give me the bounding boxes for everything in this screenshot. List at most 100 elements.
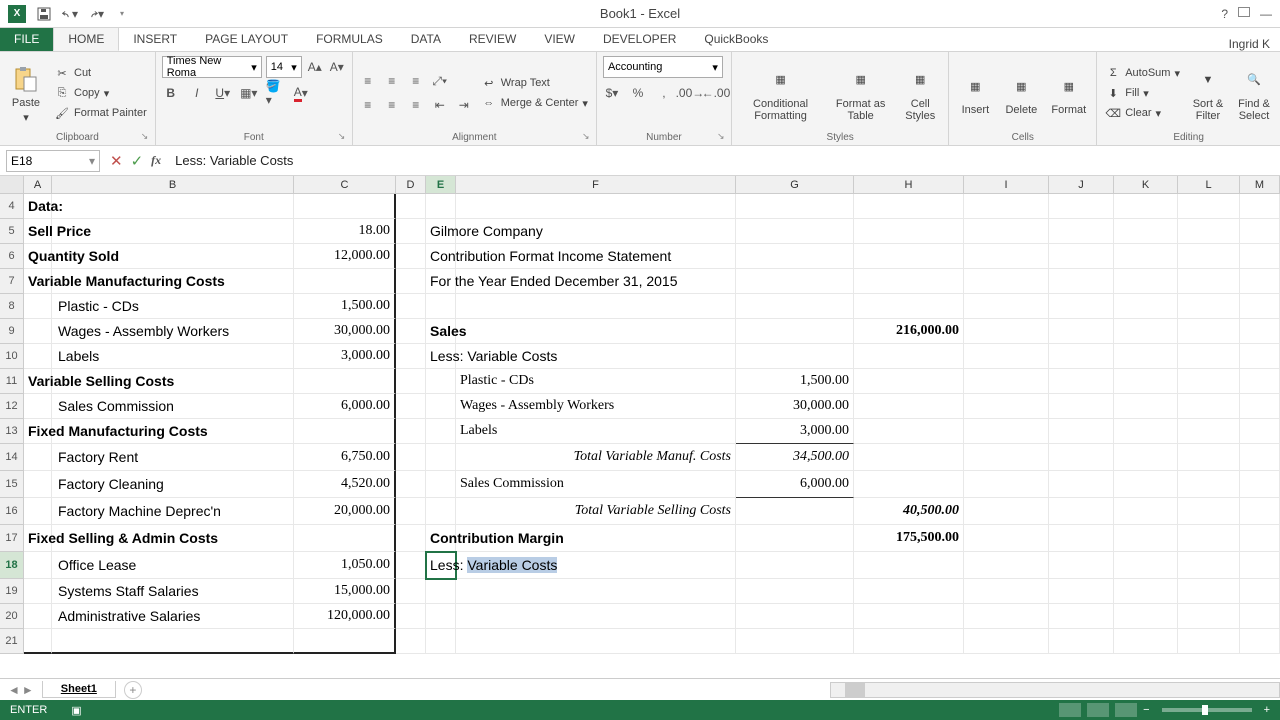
cell[interactable]: Variable Selling Costs [24,369,52,394]
cell[interactable]: 18.00 [294,219,396,244]
cell[interactable]: 1,050.00 [294,552,396,579]
wrap-text-button[interactable]: ↩Wrap Text [479,74,590,92]
cell[interactable] [426,294,456,319]
tab-formulas[interactable]: FORMULAS [302,27,397,51]
cell[interactable] [964,552,1049,579]
border-button[interactable]: ▦▾ [240,84,258,102]
cell[interactable] [52,629,294,654]
bold-button[interactable]: B [162,84,180,102]
conditional-formatting-button[interactable]: ▦Conditional Formatting [738,56,823,130]
cell[interactable] [396,194,426,219]
cell[interactable]: Sales Commission [456,471,736,498]
paste-button[interactable]: Paste▾ [6,56,46,130]
percent-icon[interactable]: % [629,84,647,102]
cell[interactable] [1240,194,1280,219]
cell[interactable] [736,579,854,604]
cell[interactable] [1049,269,1114,294]
cell[interactable] [396,219,426,244]
cell[interactable] [1240,552,1280,579]
cell[interactable] [854,394,964,419]
fx-icon[interactable]: fx [151,153,161,168]
cell[interactable]: 30,000.00 [736,394,854,419]
cell[interactable]: Less: Variable Costs [426,552,456,579]
cell[interactable]: Total Variable Selling Costs [456,498,736,525]
increase-indent-icon[interactable]: ⇥ [455,96,473,114]
cell[interactable] [1240,269,1280,294]
align-center-icon[interactable]: ≡ [383,96,401,114]
cell[interactable]: Fixed Selling & Admin Costs [24,525,52,552]
cell[interactable]: Fixed Manufacturing Costs [24,419,52,444]
align-top-icon[interactable]: ≡ [359,72,377,90]
cell[interactable] [1114,525,1178,552]
tab-developer[interactable]: DEVELOPER [589,27,690,51]
col-header[interactable]: G [736,176,854,193]
cell[interactable]: 120,000.00 [294,604,396,629]
cell[interactable] [964,579,1049,604]
orientation-icon[interactable]: ⤢▾ [431,72,449,90]
cell[interactable]: Factory Machine Deprec'n [24,498,52,525]
cell[interactable] [964,525,1049,552]
cell[interactable] [1178,394,1240,419]
cell[interactable] [1049,579,1114,604]
cell[interactable]: Labels [456,419,736,444]
font-color-button[interactable]: A▾ [292,84,310,102]
cell[interactable]: 6,000.00 [736,471,854,498]
cell[interactable]: 15,000.00 [294,579,396,604]
cell[interactable] [294,369,396,394]
row-header[interactable]: 10 [0,344,24,369]
cell[interactable] [1049,394,1114,419]
cell[interactable] [396,344,426,369]
cell[interactable] [1049,552,1114,579]
cell[interactable] [1114,629,1178,654]
minimize-icon[interactable]: — [1260,7,1272,21]
row-header[interactable]: 11 [0,369,24,394]
cell[interactable]: 216,000.00 [854,319,964,344]
cell[interactable] [736,219,854,244]
cell[interactable] [854,604,964,629]
comma-icon[interactable]: , [655,84,673,102]
col-header[interactable]: H [854,176,964,193]
cell[interactable] [1114,219,1178,244]
format-as-table-button[interactable]: ▦Format as Table [829,56,892,130]
cell[interactable] [1049,419,1114,444]
cell[interactable] [1049,194,1114,219]
format-button[interactable]: ▦Format [1047,56,1090,130]
row-header[interactable]: 4 [0,194,24,219]
row-header[interactable]: 18 [0,552,24,579]
cell[interactable] [396,394,426,419]
cell[interactable]: Sales [426,319,456,344]
cell[interactable] [426,194,456,219]
cell[interactable] [1178,244,1240,269]
cell[interactable] [1240,244,1280,269]
cell[interactable] [1114,579,1178,604]
dialog-launcher-icon[interactable]: ↘ [717,131,729,143]
cell[interactable] [1114,194,1178,219]
cell[interactable]: Factory Rent [24,444,52,471]
font-name-combo[interactable]: Times New Roma▾ [162,56,262,78]
normal-view-icon[interactable] [1059,703,1081,717]
cut-button[interactable]: ✂Cut [52,64,149,82]
row-header[interactable]: 13 [0,419,24,444]
cell[interactable] [1178,369,1240,394]
cell[interactable] [1240,369,1280,394]
clear-button[interactable]: ⌫Clear▾ [1103,104,1182,122]
cell[interactable] [1049,604,1114,629]
cell[interactable] [396,579,426,604]
cell[interactable]: Contribution Format Income Statement [426,244,456,269]
cell[interactable] [964,444,1049,471]
cell[interactable] [396,444,426,471]
help-icon[interactable]: ? [1221,7,1228,21]
cell[interactable] [396,369,426,394]
grid[interactable]: 4Data:5Sell Price18.00Gilmore Company6Qu… [0,194,1280,654]
number-format-combo[interactable]: Accounting▾ [603,56,723,78]
cell[interactable]: Factory Cleaning [24,471,52,498]
col-header[interactable]: F [456,176,736,193]
row-header[interactable]: 8 [0,294,24,319]
undo-icon[interactable]: ▾ [62,6,78,22]
cell[interactable]: 4,520.00 [294,471,396,498]
font-size-combo[interactable]: 14▾ [266,56,302,78]
cell[interactable] [1178,269,1240,294]
cell[interactable]: 3,000.00 [294,344,396,369]
cell[interactable]: Plastic - CDs [456,369,736,394]
cell[interactable] [1049,525,1114,552]
